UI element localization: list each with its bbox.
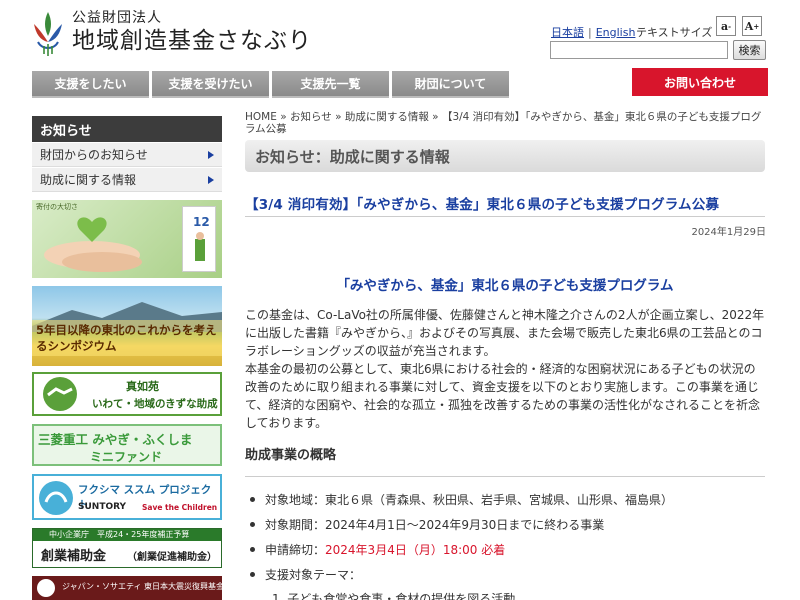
publish-date: 2024年1月29日 [691, 227, 766, 238]
lang-separator: | [588, 25, 592, 39]
arrow-right-icon [208, 151, 214, 159]
sidebar-item-label: 助成に関する情報 [40, 173, 137, 187]
banner-japan-society[interactable]: ジャパン・ソサエティ 東日本大震災復興基金 [32, 576, 222, 600]
org-type: 公益財団法人 [72, 10, 162, 26]
sidebar-heading: お知らせ [32, 116, 222, 142]
bullet-icon [250, 547, 255, 552]
sidebar-item-label: 財団からのお知らせ [40, 148, 148, 162]
intro-paragraph: この基金は、Co-LaVo社の所属俳優、佐藤健さんと神木隆之介さんの2人が企画立… [245, 308, 765, 358]
booklet-number: 12 [193, 215, 210, 229]
japan-society-logo-icon [37, 579, 55, 597]
site-logo[interactable]: 公益財団法人 地域創造基金さなぶり [30, 10, 312, 56]
nav-support-give[interactable]: 支援をしたい [32, 71, 149, 98]
symposium-title: 5年目以降の東北のこれからを考えるシンポジウム [32, 320, 222, 356]
handshake-icon [43, 377, 77, 411]
purpose-paragraph: 本基金の最初の公募として、東北6県における社会的・経済的な困窮状況にある子どもの… [245, 362, 761, 430]
title-divider [245, 216, 765, 217]
org-name: 地域創造基金さなぶり [72, 28, 312, 54]
banner-donation-booklet[interactable]: 寄付の大切さ 12 [32, 200, 222, 278]
mitsubishi-title: 三菱重工 みやぎ・ふくしま [38, 432, 193, 447]
deadline-label: 申請締切： [265, 543, 326, 557]
list-item-region: 対象地域：東北６県（青森県、秋田県、岩手県、宮城県、山形県、福島県） [250, 491, 673, 508]
bullet-icon [250, 497, 255, 502]
search-button[interactable]: 検索 [733, 40, 766, 60]
japan-society-text: ジャパン・ソサエティ 東日本大震災復興基金 [62, 582, 222, 591]
list-item-deadline: 申請締切： 2024年3月4日（月）18:00 必着 [250, 541, 505, 558]
font-smaller-sup: - [728, 21, 732, 31]
section-heading: 助成事業の概略 [245, 448, 337, 463]
lang-ja-link[interactable]: 日本語 [551, 24, 584, 40]
list-item-text: 支援対象テーマ： [265, 568, 362, 582]
banner-mitsubishi-fund[interactable]: 三菱重工 みやぎ・ふくしま ミニファンド [32, 424, 222, 466]
nav-contact-button[interactable]: お問い合わせ [632, 68, 768, 96]
list-item-themes: 支援対象テーマ： [250, 566, 361, 583]
save-children-label: Save the Children [142, 503, 218, 512]
font-larger-glyph: A [744, 19, 754, 33]
article-title: 【3/4 消印有効】「みやぎから、基金」東北６県の子ども支援プログラム公募 [245, 197, 720, 213]
booklet-figure-icon [195, 232, 205, 261]
font-smaller-button[interactable]: a- [716, 16, 736, 36]
theme-item: 1. 子ども食堂や食事・食材の提供を図る活動 [272, 592, 516, 600]
shinnyoen-title: 真如苑 [126, 380, 159, 393]
list-item-text: 対象地域：東北６県（青森県、秋田県、岩手県、宮城県、山形県、福島県） [265, 493, 674, 507]
banner-fukushima-project[interactable]: フクシマ ススム プロジェクト SUNTORY Save the Childre… [32, 474, 222, 520]
list-item-period: 対象期間：2024年4月1日〜2024年9月30日までに終わる事業 [250, 516, 604, 533]
grant-paren-label: （創業促進補助金） [127, 552, 217, 563]
breadcrumb[interactable]: HOME » お知らせ » 助成に関する情報 » 【3/4 消印有効】「みやぎか… [245, 111, 770, 135]
font-larger-button[interactable]: A + [742, 16, 762, 36]
fukushima-logo-icon [39, 481, 73, 515]
suntory-label: SUNTORY [78, 502, 127, 512]
deadline-value: 2024年3月4日（月）18:00 必着 [325, 543, 506, 557]
page-title: お知らせ：助成に関する情報 [245, 140, 765, 172]
text-size-label: テキストサイズ [636, 26, 713, 39]
language-switcher: 日本語 | English [551, 24, 635, 40]
sidebar-item-foundation-news[interactable]: 財団からのお知らせ [32, 143, 222, 167]
mitsubishi-sub: ミニファンド [90, 450, 163, 464]
logo-mark-icon [34, 12, 62, 56]
section-divider [245, 476, 765, 477]
banner-startup-grant[interactable]: 中小企業庁 平成24・25年度補正予算 創業補助金 （創業促進補助金） [32, 528, 222, 568]
nav-support-receive[interactable]: 支援を受けたい [152, 71, 269, 98]
grant-top-label: 中小企業庁 平成24・25年度補正予算 [33, 529, 221, 541]
grant-main-label: 創業補助金 [41, 549, 107, 564]
site-header: 公益財団法人 地域創造基金さなぶり 日本語 | English テキストサイズ … [0, 0, 800, 70]
bullet-icon [250, 522, 255, 527]
booklet-cover: 12 [182, 206, 216, 272]
font-smaller-glyph: a [720, 19, 729, 33]
search-input[interactable] [550, 41, 728, 59]
shinnyoen-sub: いわて・地域のきずな助成 [92, 398, 218, 410]
sidebar-item-grant-info[interactable]: 助成に関する情報 [32, 168, 222, 192]
list-item-text: 対象期間：2024年4月1日〜2024年9月30日までに終わる事業 [265, 518, 605, 532]
arrow-right-icon [208, 176, 214, 184]
banner-shinnyoen[interactable]: 真如苑 いわて・地域のきずな助成 [32, 372, 222, 416]
lang-en-link[interactable]: English [596, 26, 636, 39]
bullet-icon [250, 572, 255, 577]
banner-symposium[interactable]: 5年目以降の東北のこれからを考えるシンポジウム [32, 286, 222, 366]
nav-grantees[interactable]: 支援先一覧 [272, 71, 389, 98]
article-subtitle: 「みやぎから、基金」東北６県の子ども支援プログラム [336, 278, 674, 294]
nav-about[interactable]: 財団について [392, 71, 509, 98]
font-larger-sup: + [753, 21, 760, 31]
